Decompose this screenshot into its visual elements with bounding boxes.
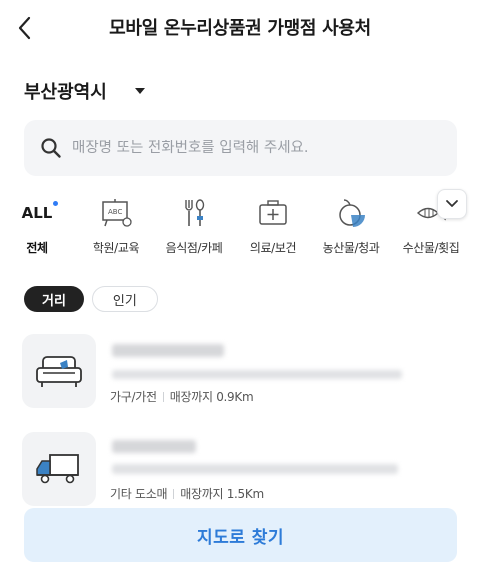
category-education[interactable]: ABC 학원/교육 [81,194,151,256]
app-header: 모바일 온누리상품권 가맹점 사용처 [0,0,480,56]
store-category: 기타 도소매 [110,487,168,501]
blurred-store-address [112,370,402,379]
store-distance: 매장까지 0.9Km [169,390,254,404]
sort-popular-chip[interactable]: 인기 [91,286,158,312]
category-all[interactable]: ALL 전체 [2,194,72,256]
store-thumbnail [22,432,96,506]
list-item[interactable]: 기타 도소매 매장까지 1.5Km [22,432,458,512]
store-meta: 기타 도소매 매장까지 1.5Km [110,485,264,502]
fruit-icon [339,199,365,227]
category-restaurant[interactable]: 음식점/카페 [159,194,229,256]
category-medical[interactable]: 의료/보건 [238,194,308,256]
category-strip: ALL 전체 ABC 학원/교육 음식점/카페 의료/보건 농산물/청과 수산물… [0,194,480,264]
meta-divider [162,392,164,402]
list-item[interactable]: 가구/가전 매장까지 0.9Km [22,334,458,414]
store-distance: 매장까지 1.5Km [180,487,264,501]
store-thumbnail [22,334,96,408]
expand-categories-button[interactable] [437,189,467,219]
sort-tabs: 거리 인기 [24,286,158,312]
page-title: 모바일 온누리상품권 가맹점 사용처 [109,18,371,39]
all-icon: ALL [22,201,59,222]
category-label: 전체 [26,241,48,255]
category-produce[interactable]: 농산물/청과 [316,194,386,256]
blackboard-icon: ABC [102,199,132,227]
category-label: 음식점/카페 [165,241,223,255]
category-label: 농산물/청과 [322,241,380,255]
find-on-map-button[interactable]: 지도로 찾기 [24,508,457,562]
store-meta: 가구/가전 매장까지 0.9Km [110,388,254,405]
cutlery-icon [185,199,205,226]
caret-down-icon [134,88,145,94]
category-label: 수산물/횟집 [402,241,460,255]
new-dot [53,201,59,206]
search-input[interactable] [72,140,432,156]
category-label: 의료/보건 [249,241,297,255]
meta-divider [173,489,175,499]
map-button-label: 지도로 찾기 [196,527,285,548]
blurred-store-address [112,464,398,474]
region-label: 부산광역시 [24,82,107,103]
region-selector[interactable]: 부산광역시 [24,78,145,104]
sort-distance-chip[interactable]: 거리 [24,286,84,312]
first-aid-kit-icon [259,200,287,225]
search-icon [41,138,61,158]
sofa-icon [36,356,82,387]
blurred-store-name [112,344,224,357]
truck-icon [36,454,79,484]
category-label: 학원/교육 [92,241,140,255]
chevron-down-icon [446,200,458,207]
blurred-store-name [112,440,196,453]
svg-text:ABC: ABC [108,208,122,216]
store-category: 가구/가전 [110,390,157,404]
search-bar[interactable] [24,120,457,176]
